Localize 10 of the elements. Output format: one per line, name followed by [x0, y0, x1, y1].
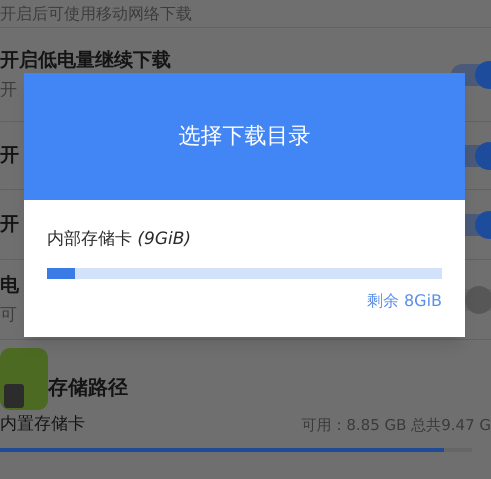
- setting-title: 电: [0, 272, 19, 298]
- dialog-title: 选择下载目录: [178, 123, 310, 151]
- storage-option[interactable]: 内部存储卡 (9GiB): [47, 227, 442, 252]
- sticker-icon: [0, 348, 48, 410]
- setting-title: 开启低电量继续下载: [0, 48, 171, 72]
- setting-title: 开: [0, 143, 19, 168]
- remaining-space: 剩余 8GiB: [366, 290, 442, 312]
- setting-title: 开: [0, 212, 19, 238]
- section-title: 存储路径: [48, 374, 128, 401]
- storage-name: 内置存储卡: [0, 413, 85, 436]
